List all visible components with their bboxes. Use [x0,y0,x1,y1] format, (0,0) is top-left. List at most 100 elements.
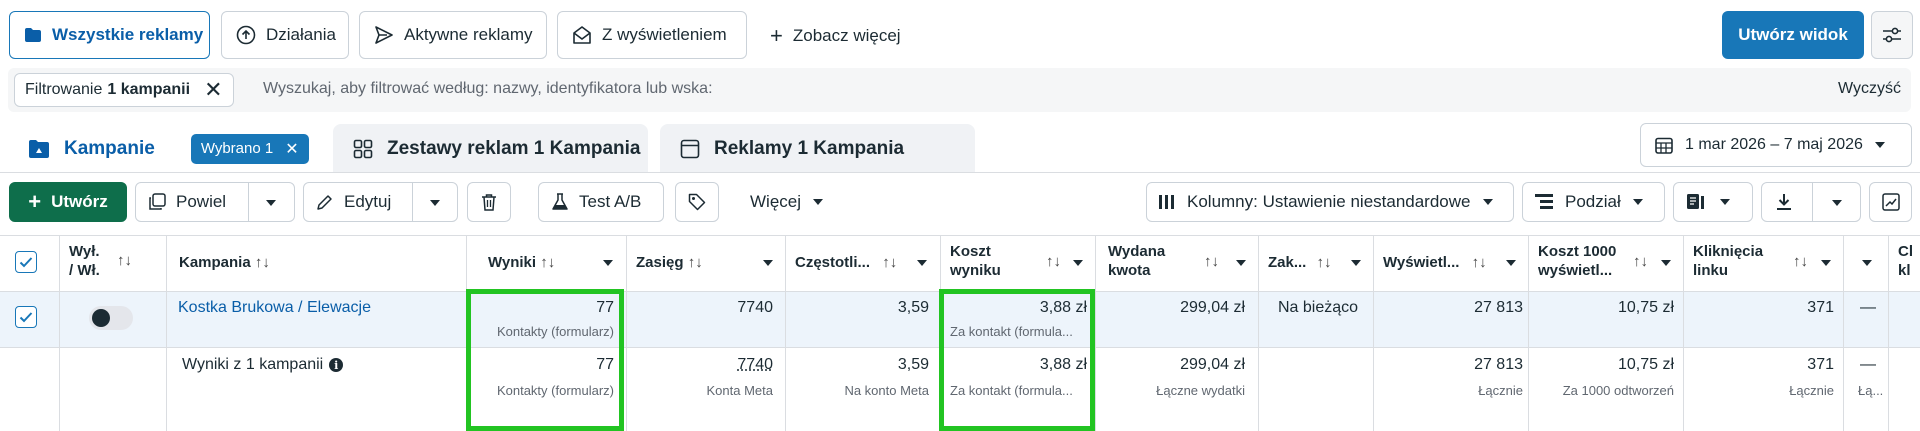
sort-icon[interactable]: ↑↓ [540,254,555,271]
header-reach[interactable]: Zasięg ↑↓ [636,253,703,272]
ab-test-button[interactable]: Test A/B [538,182,664,222]
chevron-down-icon[interactable] [917,260,927,266]
header-frequency[interactable]: Częstotli... ↑↓ [795,253,897,272]
close-icon[interactable]: ✕ [285,139,298,159]
duplicate-label: Powiel [176,192,227,211]
sort-icon[interactable]: ↑↓ [1633,253,1648,270]
reports-icon [1686,193,1706,211]
header-campaign-label: Kampania [179,254,251,271]
plus-icon: + [770,23,783,48]
date-range-picker[interactable]: 1 mar 2026 – 7 maj 2026 [1640,123,1912,167]
sort-icon[interactable]: ↑↓ [1793,253,1808,270]
summary-frequency-sub: Na konto Meta [844,383,929,398]
sort-icon[interactable]: ↑↓ [688,254,703,271]
edit-label: Edytuj [344,192,392,211]
header-amount-spent[interactable]: Wydana kwota [1108,242,1165,280]
tab-all-ads[interactable]: Wszystkie reklamy [9,11,210,59]
header-impressions-label: Wyświetl... [1383,254,1460,271]
header-onoff[interactable]: Wył. / Wł. ↑↓ [69,242,159,280]
create-button[interactable]: + Utwórz [9,182,127,222]
sort-icon[interactable]: ↑↓ [117,251,132,270]
row-checkbox[interactable] [15,306,37,328]
header-partial-line2: kl [1898,262,1911,279]
header-cpm[interactable]: Koszt 1000 wyświetl... [1538,242,1616,280]
row-link-clicks: 371 [1807,299,1834,316]
edit-button[interactable]: Edytuj [303,182,458,222]
divider [940,235,941,431]
summary-cost-per-result: 3,88 zł [1039,356,1087,373]
columns-button[interactable]: Kolumny: Ustawienie niestandardowe [1146,182,1514,222]
sort-icon[interactable]: ↑↓ [882,254,897,271]
grid-icon [353,139,373,159]
chevron-down-icon[interactable] [603,260,613,266]
header-onoff-line1: Wył. [69,243,100,260]
tab-active-ads[interactable]: Aktywne reklamy [359,11,547,59]
header-partial-column[interactable]: Cl kl [1898,242,1920,280]
chevron-down-icon[interactable] [1821,260,1831,266]
close-icon[interactable]: ✕ [204,79,222,101]
row-results: 77 [596,299,614,316]
header-frequency-label: Częstotli... [795,254,871,271]
sort-icon[interactable]: ↑↓ [1046,253,1061,270]
create-view-label: Utwórz widok [1738,25,1848,44]
chevron-down-icon[interactable] [430,200,440,206]
sort-icon[interactable]: ↑↓ [1317,254,1332,271]
chevron-down-icon[interactable] [1832,200,1842,206]
chevron-down-icon[interactable] [1506,260,1516,266]
more-button[interactable]: Więcej [750,190,824,214]
tab-with-impressions[interactable]: Z wyświetleniem [557,11,747,59]
tab-label: Działania [266,25,336,44]
duplicate-button[interactable]: Powiel [135,182,295,222]
delete-button[interactable] [467,182,511,222]
tab-ads[interactable]: Reklamy 1 Kampania [660,124,975,173]
chevron-down-icon[interactable] [266,200,276,206]
divider [166,235,167,431]
chevron-down-icon[interactable] [1862,260,1872,266]
row-results-sub: Kontakty (formularz) [496,324,614,339]
chevron-down-icon[interactable] [763,260,773,266]
header-end[interactable]: Zak... ↑↓ [1268,253,1332,272]
header-results[interactable]: Wyniki ↑↓ [488,253,555,272]
tag-button[interactable] [675,182,719,222]
filter-chip[interactable]: Filtrowanie 1 kampanii ✕ [14,73,234,107]
create-view-button[interactable]: Utwórz widok [1722,11,1864,59]
header-cpm-line1: Koszt 1000 [1538,243,1617,260]
campaign-toggle[interactable] [89,306,133,330]
info-icon[interactable]: i [329,358,344,372]
chart-view-button[interactable] [1869,182,1912,222]
divider [1258,235,1259,431]
campaign-name-link[interactable]: Kostka Brukowa / Elewacje [178,299,371,317]
tab-activity[interactable]: Działania [221,11,349,59]
chevron-down-icon[interactable] [1351,260,1361,266]
sort-icon[interactable]: ↑↓ [1472,254,1487,271]
select-all-checkbox[interactable] [15,251,37,273]
divider [0,347,1920,348]
clear-filters-button[interactable]: Wyczyść [1838,80,1901,98]
view-settings-button[interactable] [1871,11,1913,59]
row-impressions: 27 813 [1474,299,1523,316]
header-cost-per-result[interactable]: Koszt wyniku [950,242,1001,280]
divider [1888,235,1889,431]
header-spent-line2: kwota [1108,262,1151,279]
plus-icon: + [28,189,42,214]
reports-button[interactable] [1673,182,1753,222]
header-impressions[interactable]: Wyświetl... ↑↓ [1383,253,1487,272]
export-button[interactable] [1761,182,1861,222]
sort-icon[interactable]: ↑↓ [255,254,270,271]
chevron-down-icon[interactable] [1661,260,1671,266]
see-more-button[interactable]: + Zobacz więcej [770,22,901,50]
chevron-down-icon[interactable] [1073,260,1083,266]
filter-search-input[interactable]: Wyszukaj, aby filtrować według: nazwy, i… [263,80,763,102]
chevron-down-icon[interactable] [1236,260,1246,266]
sort-icon[interactable]: ↑↓ [1204,253,1219,270]
breakdown-button[interactable]: Podział [1522,182,1665,222]
folder-icon [24,27,42,43]
header-campaign[interactable]: Kampania ↑↓ [179,253,270,272]
selected-badge[interactable]: Wybrano 1 ✕ [190,133,309,164]
selected-badge-label: Wybrano 1 [200,140,274,157]
tab-campaigns[interactable]: Kampanie Wybrano 1 ✕ [8,124,323,173]
header-cpm-line2: wyświetl... [1538,262,1613,279]
tab-adsets[interactable]: Zestawy reklam 1 Kampania [333,124,648,173]
header-clicks-line1: Kliknięcia [1693,243,1764,260]
header-link-clicks[interactable]: Kliknięcia linku [1693,242,1763,280]
